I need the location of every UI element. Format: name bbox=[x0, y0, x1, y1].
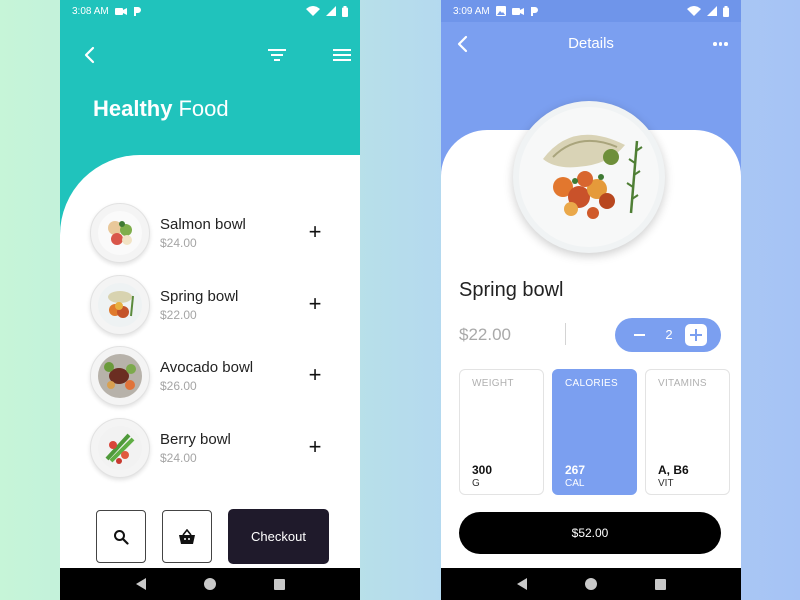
stat-card-weight[interactable]: WEIGHT 300 G bbox=[459, 369, 544, 495]
signal-icon bbox=[707, 6, 717, 16]
total-button[interactable]: $52.00 bbox=[459, 512, 721, 554]
add-button[interactable]: + bbox=[304, 292, 326, 315]
image-icon bbox=[495, 6, 506, 16]
nav-back-icon[interactable] bbox=[516, 578, 527, 590]
nav-recent-icon[interactable] bbox=[654, 578, 666, 590]
status-time: 3:09 AM bbox=[453, 5, 490, 17]
stat-value: A, B6 bbox=[658, 463, 689, 477]
avocado-bowl-image bbox=[90, 346, 150, 406]
title-light: Food bbox=[178, 96, 229, 121]
details-screen: 3:09 AM Details Spring bowl $22.00 2 WEI… bbox=[441, 0, 741, 600]
search-button[interactable] bbox=[96, 510, 146, 563]
list-item[interactable]: Spring bowl $22.00 + bbox=[90, 274, 330, 347]
add-button[interactable]: + bbox=[304, 364, 326, 386]
list-item[interactable]: Avocado bowl $26.00 + bbox=[90, 346, 330, 418]
increment-button[interactable] bbox=[685, 324, 707, 346]
list-item[interactable]: Salmon bowl $24.00 + bbox=[90, 203, 330, 275]
more-dots-icon[interactable] bbox=[713, 42, 728, 46]
system-nav-bar bbox=[441, 568, 741, 600]
status-time: 3:08 AM bbox=[72, 5, 109, 17]
add-button[interactable]: + bbox=[304, 435, 326, 458]
stat-unit: CAL bbox=[565, 478, 585, 489]
page-title: Details bbox=[568, 35, 614, 52]
battery-icon bbox=[723, 5, 729, 17]
product-name: Spring bowl bbox=[459, 279, 564, 301]
decrement-button[interactable] bbox=[634, 334, 645, 336]
food-price: $24.00 bbox=[160, 236, 197, 250]
salmon-bowl-image bbox=[90, 203, 150, 263]
stat-unit: VIT bbox=[658, 478, 674, 489]
list-item[interactable]: Berry bowl $24.00 + bbox=[90, 417, 330, 490]
food-name: Spring bowl bbox=[160, 287, 239, 305]
nav-home-icon[interactable] bbox=[584, 578, 597, 590]
checkout-button[interactable]: Checkout bbox=[228, 509, 329, 564]
food-name: Avocado bowl bbox=[160, 359, 254, 376]
nutrition-stats: WEIGHT 300 G CALORIES 267 CAL VITAMINS A… bbox=[459, 369, 741, 496]
title-bold: Healthy bbox=[93, 96, 173, 121]
stat-value: 300 bbox=[472, 463, 493, 477]
video-icon bbox=[511, 7, 524, 15]
spring-bowl-image bbox=[90, 274, 150, 335]
add-button[interactable]: + bbox=[304, 221, 326, 243]
stat-value: 267 bbox=[565, 463, 586, 477]
nav-recent-icon[interactable] bbox=[273, 578, 285, 590]
nav-home-icon[interactable] bbox=[203, 578, 216, 590]
stat-label: WEIGHT bbox=[472, 378, 514, 389]
quantity-stepper: 2 bbox=[615, 318, 721, 352]
hamburger-menu-icon[interactable] bbox=[332, 46, 352, 64]
healthy-food-screen: 3:08 AM Healthy Food Salmon bowl $24.00 + bbox=[60, 0, 360, 600]
system-nav-bar bbox=[60, 568, 360, 600]
berry-bowl-image bbox=[90, 417, 150, 478]
divider bbox=[565, 323, 566, 345]
basket-button[interactable] bbox=[162, 510, 212, 563]
stat-unit: G bbox=[472, 478, 480, 489]
back-icon[interactable] bbox=[80, 44, 102, 66]
filter-icon[interactable] bbox=[266, 46, 288, 64]
stat-label: VITAMINS bbox=[658, 378, 707, 389]
spring-bowl-hero-image bbox=[513, 101, 665, 253]
food-price: $22.00 bbox=[160, 307, 197, 322]
top-bar bbox=[60, 40, 360, 70]
wifi-icon bbox=[687, 6, 701, 16]
quantity-value: 2 bbox=[665, 327, 673, 342]
product-price: $22.00 bbox=[459, 325, 511, 344]
food-price: $24.00 bbox=[160, 450, 197, 465]
food-list: Salmon bowl $24.00 + Spring bowl $22.00 … bbox=[90, 203, 330, 489]
food-name: Berry bowl bbox=[160, 430, 231, 448]
stat-card-calories[interactable]: CALORIES 267 CAL bbox=[552, 369, 637, 495]
video-icon bbox=[114, 7, 127, 15]
search-icon bbox=[114, 529, 129, 545]
parking-icon bbox=[530, 6, 538, 16]
page-title: Healthy Food bbox=[93, 96, 229, 122]
top-bar: Details bbox=[441, 30, 741, 56]
parking-icon bbox=[133, 6, 141, 16]
status-bar: 3:08 AM bbox=[60, 0, 360, 22]
battery-icon bbox=[342, 5, 348, 17]
stat-card-vitamins[interactable]: VITAMINS A, B6 VIT bbox=[645, 369, 730, 495]
food-price: $26.00 bbox=[160, 379, 197, 393]
stat-label: CALORIES bbox=[565, 378, 618, 389]
status-bar: 3:09 AM bbox=[441, 0, 741, 22]
food-name: Salmon bowl bbox=[160, 216, 246, 233]
basket-icon bbox=[179, 528, 195, 544]
nav-back-icon[interactable] bbox=[135, 578, 146, 590]
signal-icon bbox=[326, 6, 336, 16]
wifi-icon bbox=[306, 6, 320, 16]
bottom-actions: Checkout bbox=[96, 509, 332, 564]
